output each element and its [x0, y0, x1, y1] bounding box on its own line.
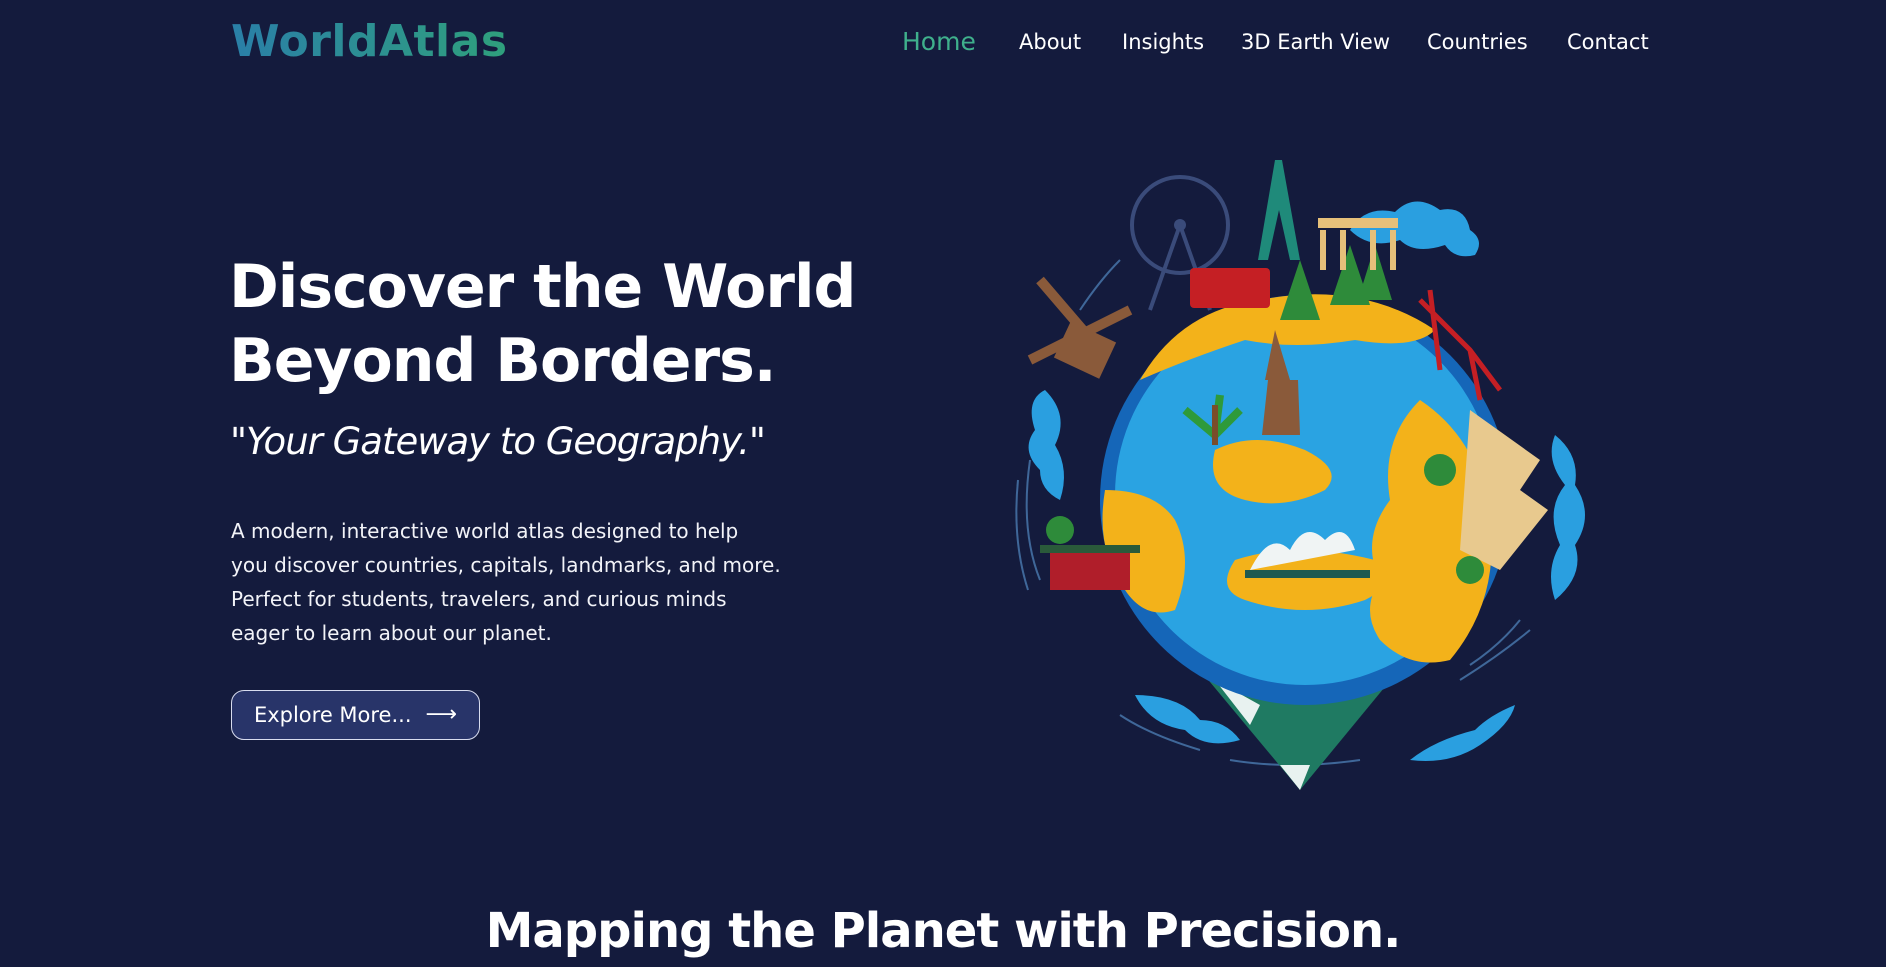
section-title: Mapping the Planet with Precision. [485, 903, 1402, 959]
windmill-landmark [1027, 276, 1133, 379]
hero-title: Discover the World Beyond Borders. [229, 250, 857, 398]
hero-tagline: "Your Gateway to Geography." [230, 420, 766, 463]
hero-description-line: you discover countries, capitals, landma… [231, 553, 781, 577]
hero-description-line: A modern, interactive world atlas design… [231, 519, 739, 543]
explore-more-label: Explore More... [253, 703, 412, 727]
main-nav: Home About Insights 3D Earth View Countr… [0, 26, 1886, 58]
hero-title-line-2: Beyond Borders. [229, 326, 777, 396]
globe-illustration [1015, 160, 1585, 790]
eiffel-tower-landmark [1258, 160, 1300, 260]
nav-link-home[interactable]: Home [902, 26, 976, 58]
explore-more-button[interactable]: Explore More... ⟶ [231, 690, 480, 740]
brandenburg-gate-landmark [1318, 218, 1398, 270]
hero-title-line-1: Discover the World [229, 252, 857, 322]
nav-link-contact[interactable]: Contact [1567, 26, 1649, 58]
hero-description-line: eager to learn about our planet. [231, 621, 552, 645]
arrow-right-icon: ⟶ [425, 702, 458, 727]
double-decker-bus [1190, 268, 1270, 308]
nav-link-insights[interactable]: Insights [1122, 26, 1204, 58]
nav-link-countries[interactable]: Countries [1427, 26, 1528, 58]
navbar: WorldAtlas Home About Insights 3D Earth … [0, 0, 1886, 85]
nav-link-about[interactable]: About [1019, 26, 1081, 58]
temple-landmark [1040, 545, 1140, 590]
hero-description-line: Perfect for students, travelers, and cur… [231, 587, 727, 611]
nav-link-3d-earth-view[interactable]: 3D Earth View [1241, 26, 1390, 58]
hero-description: A modern, interactive world atlas design… [231, 514, 821, 650]
